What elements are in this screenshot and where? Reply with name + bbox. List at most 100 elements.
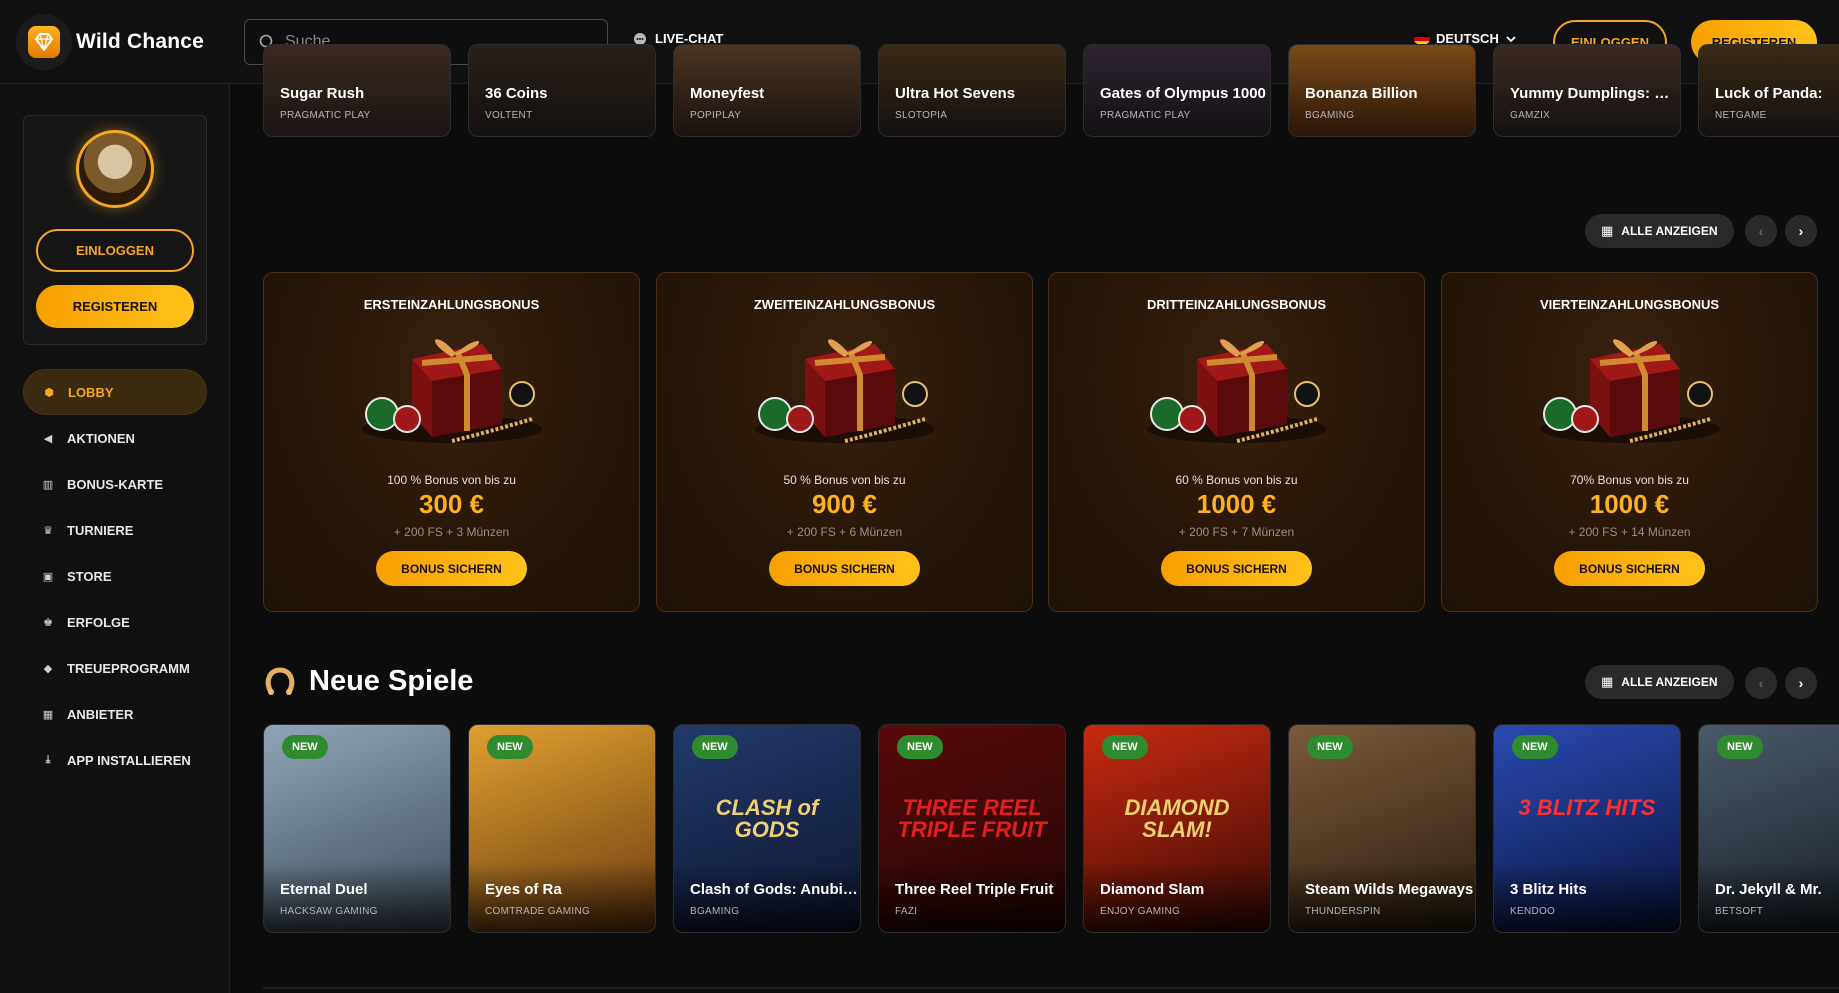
claim-bonus-button[interactable]: BONUS SICHERN — [1161, 551, 1312, 586]
game-card[interactable]: THREE REEL TRIPLE FRUIT NEW Three Reel Tri… — [878, 724, 1066, 933]
game-provider: BGAMING — [1305, 110, 1355, 121]
bonus-description: 70% Bonus von bis zu — [1570, 473, 1689, 487]
sidebar-nav: ⬢ LOBBY ◀ AKTIONEN ▥ BONUS-KARTE ♛ TURNI… — [23, 369, 207, 783]
new-badge: NEW — [692, 735, 738, 759]
sidebar-item-aktionen[interactable]: ◀ AKTIONEN — [23, 415, 207, 461]
game-provider: VOLTENT — [485, 110, 533, 121]
logo[interactable]: Wild Chance — [16, 14, 204, 70]
chevron-right-icon: › — [1798, 223, 1804, 239]
game-provider: POPIPLAY — [690, 110, 742, 121]
game-title: Moneyfest — [690, 85, 765, 102]
game-card[interactable]: 3 BLITZ HITS NEW 3 Blitz Hits KENDOO — [1493, 724, 1681, 933]
bonus-next-button[interactable]: › — [1785, 215, 1817, 247]
sidebar-item-lobby[interactable]: ⬢ LOBBY — [23, 369, 207, 415]
game-provider: NETGAME — [1715, 110, 1767, 121]
bonus-card: ERSTEINZAHLUNGSBONUS 100 % Bonus von bis… — [263, 272, 640, 612]
game-card[interactable]: Moneyfest POPIPLAY — [673, 44, 861, 137]
download-icon: ⤓ — [45, 753, 51, 766]
game-card[interactable]: NEW Steam Wilds Megaways THUNDERSPIN — [1288, 724, 1476, 933]
bonus-card: ZWEITEINZAHLUNGSBONUS 50 % Bonus von bis… — [656, 272, 1033, 612]
new-badge: NEW — [1512, 735, 1558, 759]
game-card[interactable]: Yummy Dumplings: Ho... GAMZIX — [1493, 44, 1681, 137]
diamond-icon: ◆ — [43, 662, 53, 675]
logo-badge — [16, 14, 72, 70]
sidebar-item-label: STORE — [67, 568, 112, 584]
game-logo-text: 3 BLITZ HITS — [1518, 795, 1656, 820]
claim-bonus-button[interactable]: BONUS SICHERN — [1554, 551, 1705, 586]
sidebar-register-button[interactable]: REGISTEREN — [36, 285, 194, 328]
sidebar-item-turniere[interactable]: ♛ TURNIERE — [23, 507, 207, 553]
new-badge: NEW — [487, 735, 533, 759]
next-section-divider — [263, 987, 1839, 989]
sidebar-item-erfolge[interactable]: ♚ ERFOLGE — [23, 599, 207, 645]
chevron-left-icon: ‹ — [1758, 223, 1764, 239]
bonus-title: ZWEITEINZAHLUNGSBONUS — [753, 297, 936, 312]
game-title: 36 Coins — [485, 85, 548, 102]
chevron-left-icon: ‹ — [1758, 675, 1764, 691]
bonus-amount: 900 € — [811, 489, 878, 519]
gift-box-icon — [1540, 339, 1720, 443]
new-games-show-all-button[interactable]: ▦ ALLE ANZEIGEN — [1585, 665, 1734, 699]
game-logo-text: THREE REEL TRIPLE FRUIT — [897, 795, 1047, 842]
trophy-icon: ♛ — [43, 524, 53, 537]
game-title: Gates of Olympus 1000 — [1100, 85, 1266, 102]
new-badge: NEW — [1307, 735, 1353, 759]
grid-icon: ▦ — [1601, 223, 1614, 238]
logo-text: Wild Chance — [76, 30, 205, 53]
game-provider: COMTRADE GAMING — [485, 906, 591, 917]
sidebar-item-bonus-karte[interactable]: ▥ BONUS-KARTE — [23, 461, 207, 507]
game-card[interactable]: NEW Dr. Jekyll & Mr. BETSOFT — [1698, 724, 1839, 933]
game-provider: BGAMING — [690, 906, 740, 917]
game-card[interactable]: NEW Eyes of Ra COMTRADE GAMING — [468, 724, 656, 933]
sidebar-item-app-installieren[interactable]: ⤓ APP INSTALLIEREN — [23, 737, 207, 783]
game-logo-text: DIAMOND SLAM! — [1124, 795, 1230, 842]
game-card[interactable]: Sugar Rush PRAGMATIC PLAY — [263, 44, 451, 137]
sidebar-item-label: TURNIERE — [67, 522, 134, 538]
game-provider: HACKSAW GAMING — [280, 906, 378, 917]
game-title: Sugar Rush — [280, 85, 365, 102]
new-games-heading: Neue Spiele — [263, 664, 473, 698]
chevron-right-icon: › — [1798, 675, 1804, 691]
sidebar-item-store[interactable]: ▣ STORE — [23, 553, 207, 599]
game-title: Ultra Hot Sevens — [895, 85, 1016, 102]
sidebar-item-label: ANBIETER — [67, 706, 134, 722]
game-title: Eternal Duel — [280, 881, 368, 898]
show-all-label: ALLE ANZEIGEN — [1621, 675, 1718, 689]
bonus-extra: + 200 FS + 14 Münzen — [1568, 525, 1691, 539]
sidebar-item-anbieter[interactable]: ▦ ANBIETER — [23, 691, 207, 737]
bonus-show-all-button[interactable]: ▦ ALLE ANZEIGEN — [1585, 214, 1734, 248]
sidebar-item-label: APP INSTALLIEREN — [67, 752, 191, 768]
bonus-amount: 300 € — [418, 489, 485, 519]
sidebar-item-label: AKTIONEN — [67, 430, 135, 446]
new-games-prev-button[interactable]: ‹ — [1745, 667, 1777, 699]
game-title: Diamond Slam — [1100, 881, 1205, 898]
sidebar-item-label: BONUS-KARTE — [67, 476, 164, 492]
gift-box-icon — [362, 339, 542, 443]
game-card[interactable]: Bonanza Billion BGAMING — [1288, 44, 1476, 137]
new-badge: NEW — [897, 735, 943, 759]
game-card[interactable]: 36 Coins VOLTENT — [468, 44, 656, 137]
claim-bonus-button[interactable]: BONUS SICHERN — [376, 551, 527, 586]
german-flag-icon — [1414, 32, 1430, 45]
bonus-amount: 1000 € — [1589, 489, 1670, 519]
new-games-next-button[interactable]: › — [1785, 667, 1817, 699]
bonus-prev-button[interactable]: ‹ — [1745, 215, 1777, 247]
game-card[interactable]: DIAMOND SLAM! NEW Diamond Slam ENJOY GAMING — [1083, 724, 1271, 933]
game-provider: KENDOO — [1510, 906, 1556, 917]
game-card[interactable]: Gates of Olympus 1000 PRAGMATIC PLAY — [1083, 44, 1271, 137]
gift-box-icon — [1147, 339, 1327, 443]
claim-bonus-button[interactable]: BONUS SICHERN — [769, 551, 920, 586]
sidebar-item-treueprogramm[interactable]: ◆ TREUEPROGRAMM — [23, 645, 207, 691]
bonus-description: 100 % Bonus von bis zu — [387, 473, 516, 487]
game-title: Steam Wilds Megaways — [1305, 881, 1474, 898]
game-title: 3 Blitz Hits — [1510, 881, 1587, 898]
new-badge: NEW — [1717, 735, 1763, 759]
sidebar-item-label: TREUEPROGRAMM — [67, 660, 190, 676]
grid-icon: ▦ — [42, 708, 54, 721]
game-card[interactable]: CLASH of GODS NEW Clash of Gods: Anubis ..… — [673, 724, 861, 933]
game-card[interactable]: Ultra Hot Sevens SLOTOPIA — [878, 44, 1066, 137]
sidebar-login-button[interactable]: EINLOGGEN — [36, 229, 194, 272]
game-card[interactable]: Luck of Panda: NETGAME — [1698, 44, 1839, 137]
game-provider: SLOTOPIA — [895, 110, 948, 121]
game-card[interactable]: NEW Eternal Duel HACKSAW GAMING — [263, 724, 451, 933]
